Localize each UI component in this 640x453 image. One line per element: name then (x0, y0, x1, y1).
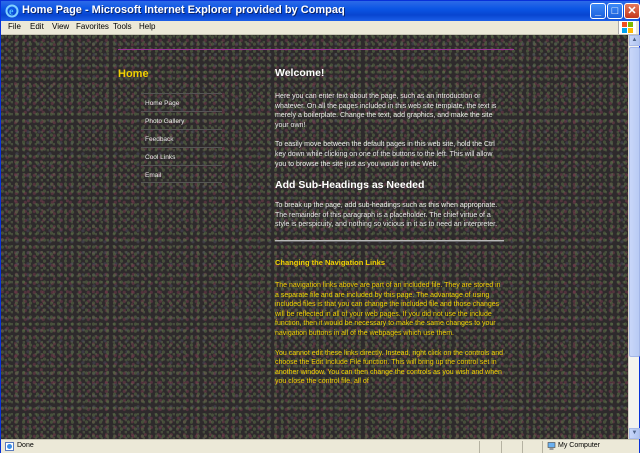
status-bar: Done My Computer (1, 439, 639, 453)
browser-window: e Home Page - Microsoft Internet Explore… (0, 0, 640, 453)
status-separator (479, 441, 480, 453)
window-title: Home Page - Microsoft Internet Explorer … (22, 4, 345, 16)
status-text: Done (17, 442, 34, 449)
svg-text:e: e (9, 7, 14, 18)
nav-link-cool-links[interactable]: Cool Links (141, 147, 222, 165)
scroll-up-button[interactable]: ▲ (629, 35, 640, 46)
nav-link-feedback[interactable]: Feedback (141, 129, 222, 147)
minimize-icon: _ (594, 5, 602, 17)
security-zone-text: My Computer (558, 442, 601, 449)
my-computer-icon (547, 442, 556, 450)
welcome-paragraph-2: To easily move between the default pages… (275, 141, 495, 168)
chevron-down-icon: ▼ (631, 430, 638, 436)
ie-logo-icon: e (5, 4, 19, 18)
sub-paragraph: To break up the page, add sub-headings s… (275, 202, 498, 229)
menu-view[interactable]: View (52, 22, 69, 31)
nav-links-heading: Changing the Navigation Links (275, 257, 386, 267)
maximize-icon: □ (611, 5, 619, 17)
nav-links-paragraph-1: The navigation links above are part of a… (275, 281, 501, 337)
status-separator (501, 441, 502, 453)
page-done-icon (5, 442, 14, 451)
content-divider (275, 239, 504, 242)
welcome-paragraph-1: Here you can enter text about the page, … (275, 93, 497, 129)
nav-link-photo-gallery[interactable]: Photo Gallery (141, 111, 222, 129)
menu-edit[interactable]: Edit (30, 22, 44, 31)
page-viewport[interactable]: Home Home Page Photo Gallery Feedback Co… (1, 35, 628, 439)
vertical-scrollbar[interactable]: ▲ ▼ (628, 35, 640, 439)
close-icon: ✕ (627, 5, 637, 17)
maximize-button[interactable]: □ (607, 3, 623, 19)
windows-logo-icon (618, 21, 636, 34)
menu-file[interactable]: File (8, 22, 21, 31)
menu-help[interactable]: Help (139, 22, 155, 31)
scroll-thumb[interactable] (629, 47, 640, 357)
nav-heading: Home (118, 68, 149, 80)
nav-menu: Home Page Photo Gallery Feedback Cool Li… (141, 93, 222, 183)
close-button[interactable]: ✕ (624, 3, 640, 19)
nav-links-paragraph-2: You cannot edit these links directly. In… (275, 349, 504, 386)
main-content: Welcome! Here you can enter text about t… (275, 67, 504, 397)
welcome-heading: Welcome! (275, 67, 325, 79)
menu-favorites[interactable]: Favorites (76, 22, 109, 31)
status-separator (542, 441, 543, 453)
menu-bar: File Edit View Favorites Tools Help (1, 21, 639, 35)
top-divider (118, 49, 514, 50)
nav-link-email[interactable]: Email (141, 165, 222, 183)
title-bar[interactable]: e Home Page - Microsoft Internet Explore… (1, 1, 640, 21)
chevron-up-icon: ▲ (631, 37, 638, 43)
minimize-button[interactable]: _ (590, 3, 606, 19)
status-separator (522, 441, 523, 453)
menu-tools[interactable]: Tools (113, 22, 132, 31)
sub-heading: Add Sub-Headings as Needed (275, 179, 425, 192)
nav-link-home-page[interactable]: Home Page (141, 93, 222, 111)
scroll-down-button[interactable]: ▼ (629, 428, 640, 439)
